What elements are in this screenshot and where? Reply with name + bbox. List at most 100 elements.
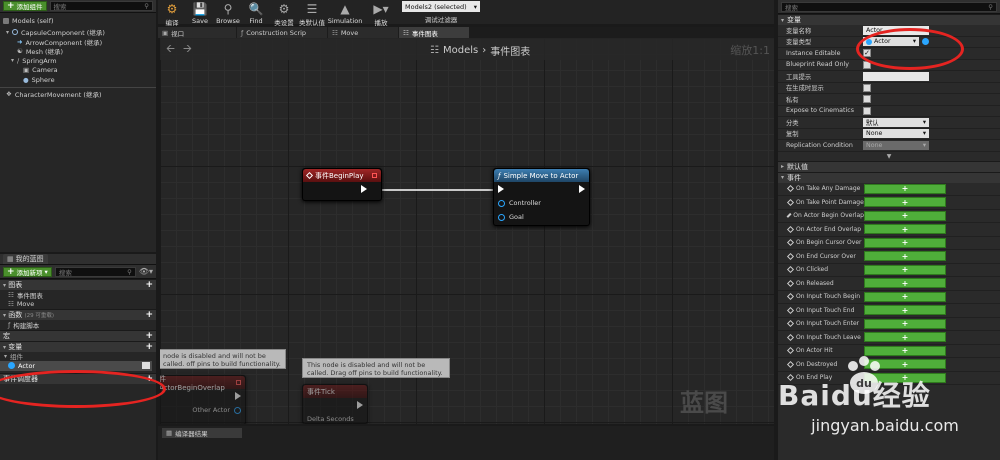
search-placeholder: 搜索 (785, 3, 798, 12)
function-item[interactable]: ƒ 构建脚本 (0, 320, 156, 330)
property-checkbox[interactable] (863, 83, 871, 92)
toolbar-button-compile[interactable]: ⚙ 编译 (158, 1, 186, 28)
breadcrumb-root[interactable]: Models (443, 45, 478, 56)
exec-in-pin[interactable] (494, 182, 589, 196)
property-dropdown[interactable]: None ▾ (863, 129, 929, 139)
category-label: 函数 (8, 311, 23, 319)
add-variable-icon[interactable]: + (145, 342, 153, 352)
toolbar-button-simulation[interactable]: ▲ Simulation (326, 1, 364, 26)
add-macro-icon[interactable]: + (145, 331, 153, 341)
add-event-button[interactable]: + (864, 305, 946, 316)
eye-visibility-icon[interactable] (142, 362, 150, 370)
tab-compiler-results[interactable]: ▦ 编译器结果 (162, 428, 242, 438)
goal-pin[interactable]: Goal (494, 210, 589, 224)
toolbar-button-class-defaults[interactable]: ☰ 类默认值 (298, 1, 326, 28)
functions-category[interactable]: ▾ 函数 (29 可重载) + (0, 309, 156, 320)
toolbar-button-browse[interactable]: ⚲ Browse (214, 1, 242, 26)
default-value-category-header[interactable]: ▸ 默认值 (778, 160, 1000, 172)
details-search-input[interactable]: 搜索 ⚲ (781, 1, 997, 12)
variable-category-header[interactable]: ▾ 变量 (778, 14, 1000, 25)
event-name: On Begin Cursor Over (796, 239, 862, 247)
event-diamond-icon (786, 293, 795, 301)
component-item[interactable]: ➜ ArrowComponent (继承) (3, 37, 153, 47)
forward-arrow-icon[interactable]: 🡪 (183, 40, 192, 59)
add-graph-icon[interactable]: + (145, 280, 153, 290)
component-root[interactable]: Models (self) (3, 16, 153, 26)
property-value: 默认 ▾ (863, 117, 1000, 127)
add-event-button[interactable]: + (864, 278, 946, 289)
tab-label: Move (340, 28, 359, 37)
node-begin-play[interactable]: 事件BeginPlay (302, 168, 382, 201)
add-event-button[interactable]: + (864, 372, 946, 383)
graph-item[interactable]: ☷ 事件图表 (0, 290, 156, 300)
variables-category[interactable]: ▾ 变量 + (0, 340, 156, 352)
components-search-input[interactable]: 搜索 ⚲ (49, 1, 153, 11)
property-checkbox[interactable] (863, 106, 871, 115)
add-event-button[interactable]: + (864, 291, 946, 302)
blueprint-search-input[interactable]: 搜索 ⚲ (54, 266, 136, 277)
tab-move[interactable]: ☷ Move (328, 27, 398, 38)
property-dropdown[interactable]: 默认 ▾ (863, 117, 929, 127)
event-name: On Actor Hit (796, 347, 833, 355)
toolbar-button-play[interactable]: ▶▾ 播放 (364, 1, 398, 28)
add-event-button[interactable]: + (864, 237, 946, 248)
graph-item[interactable]: ☷ Move (0, 300, 156, 310)
components-subcategory[interactable]: ▾ 组件 (0, 352, 156, 362)
add-event-button[interactable]: + (864, 224, 946, 235)
add-event-button[interactable]: + (864, 251, 946, 262)
controller-pin[interactable]: Controller (494, 196, 589, 210)
toolbar-button-save[interactable]: 💾 Save (186, 1, 214, 26)
visibility-eye-icon[interactable]: 👁▾ (139, 267, 153, 276)
add-event-button[interactable]: + (864, 332, 946, 343)
add-event-button[interactable]: + (864, 359, 946, 370)
add-event-button[interactable]: + (864, 210, 946, 221)
back-arrow-icon[interactable]: 🡨 (166, 40, 175, 59)
expand-arrow-icon: ▾ (6, 28, 10, 36)
tab-event-graph[interactable]: ☷ 事件图表 (399, 27, 469, 38)
property-text-input[interactable] (863, 71, 929, 81)
tab-my-blueprint[interactable]: ▦ 我的蓝图 (3, 254, 48, 264)
add-event-button[interactable]: + (864, 197, 946, 208)
tab-construction-script[interactable]: ƒ Construction Scrip (237, 27, 327, 38)
add-event-button[interactable]: + (864, 183, 946, 194)
graphs-category[interactable]: ▾ 图表 + (0, 279, 156, 290)
chevron-down-icon: ▾ (922, 130, 926, 138)
node-simple-move-to-actor[interactable]: ƒ Simple Move to Actor Controller Goal (493, 168, 590, 226)
add-function-icon[interactable]: + (145, 310, 153, 320)
component-item[interactable]: ▾ CapsuleComponent (继承) (3, 28, 153, 38)
toolbar-button-find[interactable]: 🔍 Find (242, 1, 270, 26)
chevron-down-icon: ▾ (922, 141, 926, 149)
dropdown-value: None (866, 130, 883, 138)
add-event-button[interactable]: + (864, 264, 946, 275)
event-name: On Input Touch Enter (796, 320, 860, 328)
toolbar-button-class-settings[interactable]: ⚙ 类设置 (270, 1, 298, 28)
property-checkbox[interactable] (863, 95, 871, 104)
other-actor-pin[interactable]: Other Actor (160, 403, 245, 417)
add-event-button[interactable]: + (864, 318, 946, 329)
event-graph-canvas[interactable]: 🡨 🡪 ☷ Models › 事件图表 缩放1:1 事件BeginPlay ƒ … (160, 38, 774, 424)
component-item[interactable]: ☯ Mesh (继承) (3, 47, 153, 56)
node-actor-begin-overlap[interactable]: 件 ActorBeginOverlap Other Actor (160, 375, 246, 424)
exec-out-pin[interactable] (303, 182, 381, 196)
component-item[interactable]: ❖ CharacterMovement (继承) (3, 90, 153, 99)
exec-out-pin[interactable] (303, 398, 367, 412)
add-new-button[interactable]: + 添加新项 ▾ (3, 266, 52, 277)
component-item[interactable]: ▾ ∕ SpringArm (3, 56, 153, 66)
component-item[interactable]: ● Sphere (3, 75, 153, 85)
node-header: 事件Tick (303, 385, 367, 398)
events-category-header[interactable]: ▾ 事件 (778, 171, 1000, 183)
add-event-button[interactable]: + (864, 345, 946, 356)
advanced-expander[interactable]: ▼ (778, 152, 1000, 161)
add-component-button[interactable]: + 添加组件 (3, 1, 47, 11)
delta-seconds-pin[interactable]: Delta Seconds (303, 412, 367, 424)
node-title: 事件BeginPlay (315, 171, 364, 180)
event-row: On Take Point Damage + (778, 196, 1000, 210)
node-event-tick[interactable]: 事件Tick Delta Seconds (302, 384, 368, 424)
component-item[interactable]: ▣ Camera (3, 66, 153, 76)
tab-viewport[interactable]: ▣ 视口 (158, 27, 236, 38)
main-toolbar: ⚙ 编译 💾 Save ⚲ Browse 🔍 Find ⚙ 类设置 ☰ 类默认值… (158, 0, 774, 28)
component-label: Sphere (31, 75, 55, 84)
property-dropdown[interactable]: None ▾ (863, 140, 929, 150)
debug-object-select[interactable]: Models2 (selected) ▾ (402, 1, 480, 12)
macros-category[interactable]: 宏 + (0, 329, 156, 341)
